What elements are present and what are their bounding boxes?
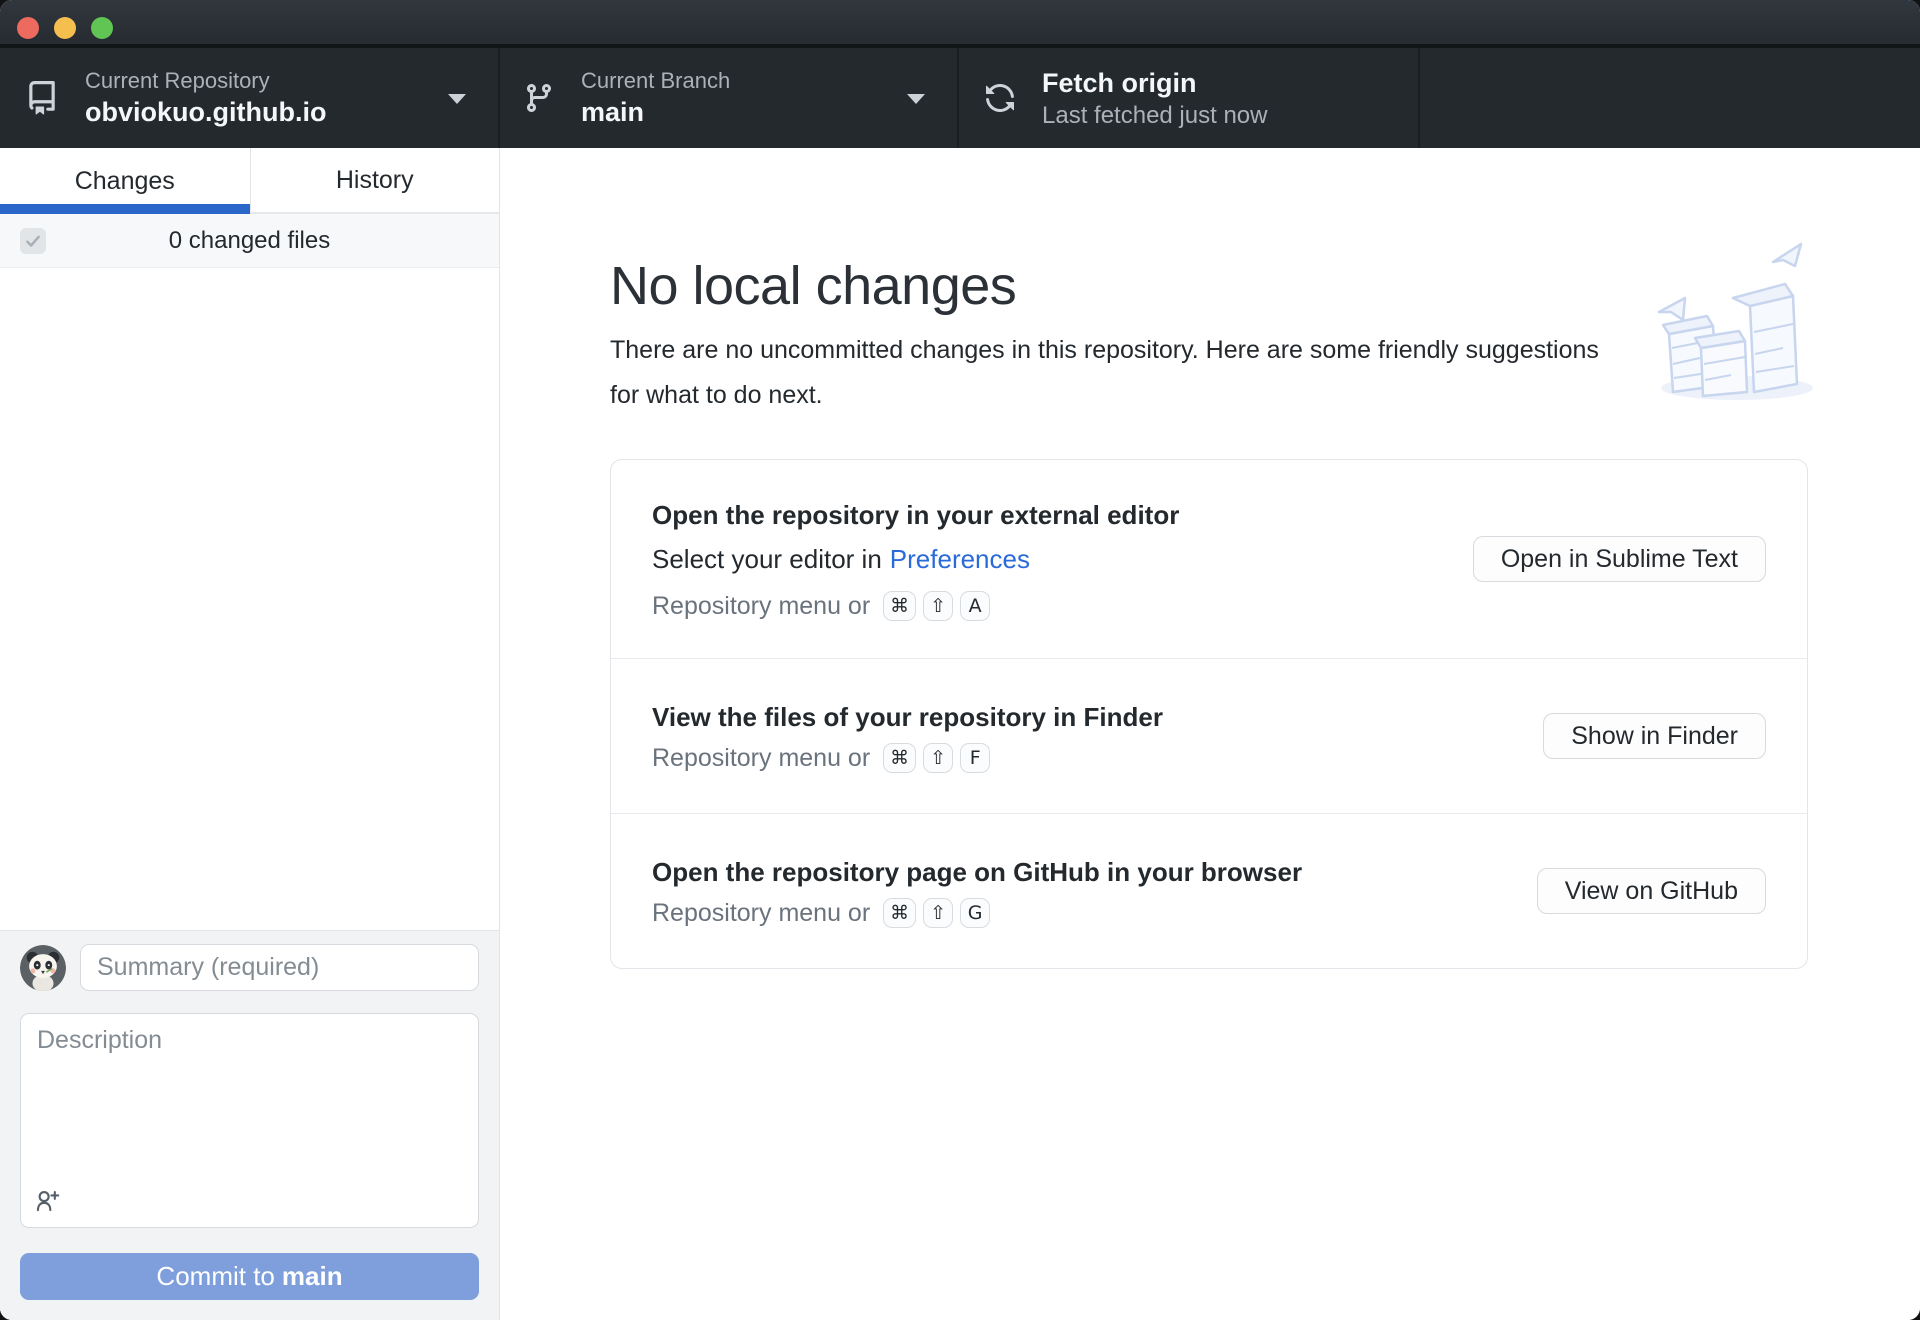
current-branch-label: Current Branch (581, 68, 731, 93)
shift-key: ⇧ (923, 591, 954, 621)
suggestion-subtitle: Select your editor in (652, 544, 882, 574)
shift-key: ⇧ (923, 743, 954, 773)
shortcut-hint: Repository menu or (652, 591, 871, 620)
commit-form: Commit tomain (0, 930, 499, 1320)
current-repository-dropdown[interactable]: Current Repository obviokuo.github.io (0, 48, 500, 148)
shortcut-hint: Repository menu or (652, 743, 871, 772)
chevron-down-icon (907, 94, 925, 104)
git-branch-icon (526, 84, 551, 113)
minimize-button[interactable] (54, 17, 76, 39)
view-on-github-button[interactable]: View on GitHub (1536, 868, 1766, 914)
fetch-origin-subtitle: Last fetched just now (1042, 102, 1268, 129)
changed-files-count: 0 changed files (168, 226, 331, 254)
commit-button-branch: main (281, 1261, 343, 1291)
zoom-button[interactable] (91, 17, 113, 39)
summary-input[interactable] (80, 944, 479, 991)
sync-icon (986, 84, 1014, 112)
commit-button-prefix: Commit to (156, 1261, 275, 1291)
check-icon (26, 235, 40, 247)
suggestion-row-external-editor: Open the repository in your external edi… (611, 460, 1807, 658)
cmd-key: ⌘ (883, 898, 917, 928)
cmd-key: ⌘ (883, 591, 917, 621)
current-repository-label: Current Repository (85, 68, 270, 93)
suggestion-row-finder: View the files of your repository in Fin… (611, 658, 1807, 813)
fetch-origin-title: Fetch origin (1042, 68, 1197, 98)
sidebar-tabs: Changes History (0, 148, 499, 214)
avatar (20, 944, 66, 991)
paper-stack-illustration (1657, 242, 1813, 400)
preferences-link[interactable]: Preferences (890, 544, 1030, 574)
toolbar: Current Repository obviokuo.github.io Cu… (0, 48, 1920, 148)
chevron-down-icon (448, 94, 466, 104)
suggestion-row-github: Open the repository page on GitHub in yo… (611, 813, 1807, 968)
changes-list-empty (0, 268, 499, 930)
letter-key: A (960, 591, 991, 621)
commit-button[interactable]: Commit to main (20, 1253, 479, 1300)
tab-changes[interactable]: Changes (0, 148, 250, 214)
repo-icon (29, 81, 55, 115)
description-input[interactable] (20, 1013, 479, 1228)
titlebar (0, 0, 1920, 48)
suggestion-title: Open the repository page on GitHub in yo… (652, 857, 1303, 887)
changed-files-row: 0 changed files (0, 214, 499, 268)
content: Changes History 0 changed files Summary … (0, 148, 1920, 1320)
main-panel: No local changes There are no uncommitte… (500, 148, 1920, 1320)
shift-key: ⇧ (923, 898, 954, 928)
fetch-origin-button[interactable]: Fetch origin Last fetched just now (959, 48, 1420, 148)
add-co-authors-icon[interactable] (34, 1187, 61, 1219)
select-all-checkbox[interactable] (20, 228, 46, 254)
page-description: There are no uncommitted changes in this… (610, 336, 1599, 409)
sidebar: Changes History 0 changed files Summary … (0, 148, 500, 1320)
current-branch-value: main (581, 97, 645, 127)
suggestion-title: Open the repository in your external edi… (652, 500, 1180, 530)
suggestions-card: Open the repository in your external edi… (610, 459, 1808, 969)
tab-history[interactable]: History (249, 148, 499, 214)
current-branch-dropdown[interactable]: Current Branch main (500, 48, 959, 148)
open-in-editor-button[interactable]: Open in Sublime Text (1472, 536, 1766, 582)
cmd-key: ⌘ (883, 743, 917, 773)
letter-key: F (960, 743, 991, 773)
current-repository-value: obviokuo.github.io (85, 97, 327, 127)
app-window: Current Repository obviokuo.github.io Cu… (0, 0, 1920, 1320)
shortcut-hint: Repository menu or (652, 898, 871, 927)
close-button[interactable] (17, 17, 39, 39)
suggestion-title: View the files of your repository in Fin… (652, 702, 1163, 732)
letter-key: G (960, 898, 991, 928)
show-in-finder-button[interactable]: Show in Finder (1543, 713, 1766, 759)
